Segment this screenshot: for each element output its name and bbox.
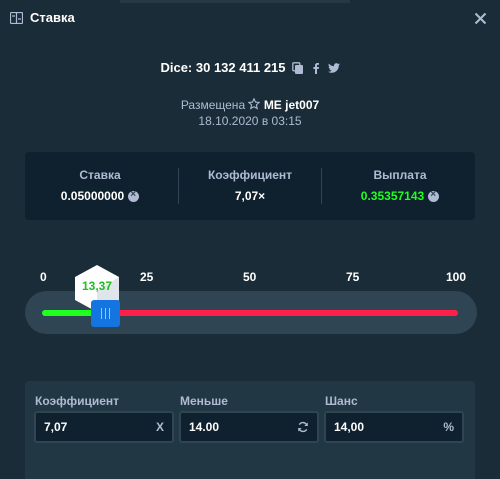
stat-multiplier-value: 7,07× — [234, 189, 266, 203]
multiplier-input[interactable]: 7,07 X — [34, 411, 174, 443]
under-label: Меньше — [180, 394, 228, 408]
chance-label: Шанс — [325, 394, 358, 408]
stat-payout: Выплата 0.35357143 — [325, 152, 475, 220]
username-link[interactable]: ME jet007 — [264, 98, 319, 112]
scale-tick-100: 100 — [446, 270, 467, 284]
scale-tick-75: 75 — [346, 270, 360, 284]
under-input[interactable]: 14.00 — [179, 411, 319, 443]
handle-grip — [109, 308, 110, 319]
multiplier-label: Коэффициент — [35, 394, 120, 408]
coin-icon — [128, 189, 140, 202]
copy-icon[interactable] — [291, 61, 304, 74]
modal-title: Ставка — [30, 10, 75, 25]
slider-lose-range — [112, 310, 458, 316]
coin-icon — [428, 189, 440, 202]
bet-stats-panel: Ставка 0.05000000 Коэффициент 7,07× Выпл… — [25, 152, 475, 220]
chance-suffix: % — [443, 420, 454, 434]
slider-handle[interactable] — [91, 300, 120, 327]
bet-slip-icon — [10, 12, 23, 24]
placed-by-line: Размещена ME jet007 — [0, 98, 500, 112]
stat-payout-value-row: 0.35357143 — [325, 189, 475, 203]
stat-payout-label: Выплата — [373, 168, 427, 182]
under-value: 14.00 — [189, 420, 220, 434]
scale-tick-50: 50 — [243, 270, 257, 284]
result-value: 13,37 — [81, 279, 113, 293]
handle-grip — [105, 308, 106, 319]
scale-tick-25: 25 — [140, 270, 154, 284]
twitter-icon[interactable] — [327, 62, 340, 74]
bet-id-line: Dice: 30 132 411 215 — [0, 60, 500, 75]
scale-tick-0: 0 — [40, 270, 47, 284]
handle-grip — [101, 308, 102, 319]
stat-payout-value: 0.35357143 — [360, 189, 425, 203]
chance-input[interactable]: 14,00 % — [324, 411, 464, 443]
multiplier-suffix: X — [155, 420, 164, 434]
close-icon[interactable] — [474, 12, 487, 25]
divider — [321, 168, 322, 204]
multiplier-value: 7,07 — [44, 420, 68, 434]
stat-multiplier-label: Коэффициент — [207, 168, 293, 182]
modal-header: Ставка — [0, 0, 500, 36]
stat-bet: Ставка 0.05000000 — [25, 152, 175, 220]
bet-id: Dice: 30 132 411 215 — [160, 60, 286, 75]
stat-bet-value: 0.05000000 — [60, 189, 125, 203]
stat-bet-value-row: 0.05000000 — [25, 189, 175, 203]
stat-multiplier-value-row: 7,07× — [175, 189, 325, 203]
stat-multiplier: Коэффициент 7,07× — [175, 152, 325, 220]
stat-bet-label: Ставка — [79, 168, 121, 182]
refresh-icon[interactable] — [297, 413, 309, 441]
facebook-icon[interactable] — [310, 62, 322, 74]
chance-value: 14,00 — [334, 420, 365, 434]
placed-prefix: Размещена — [180, 98, 246, 112]
star-icon — [248, 98, 261, 110]
bet-date: 18.10.2020 в 03:15 — [198, 114, 302, 128]
